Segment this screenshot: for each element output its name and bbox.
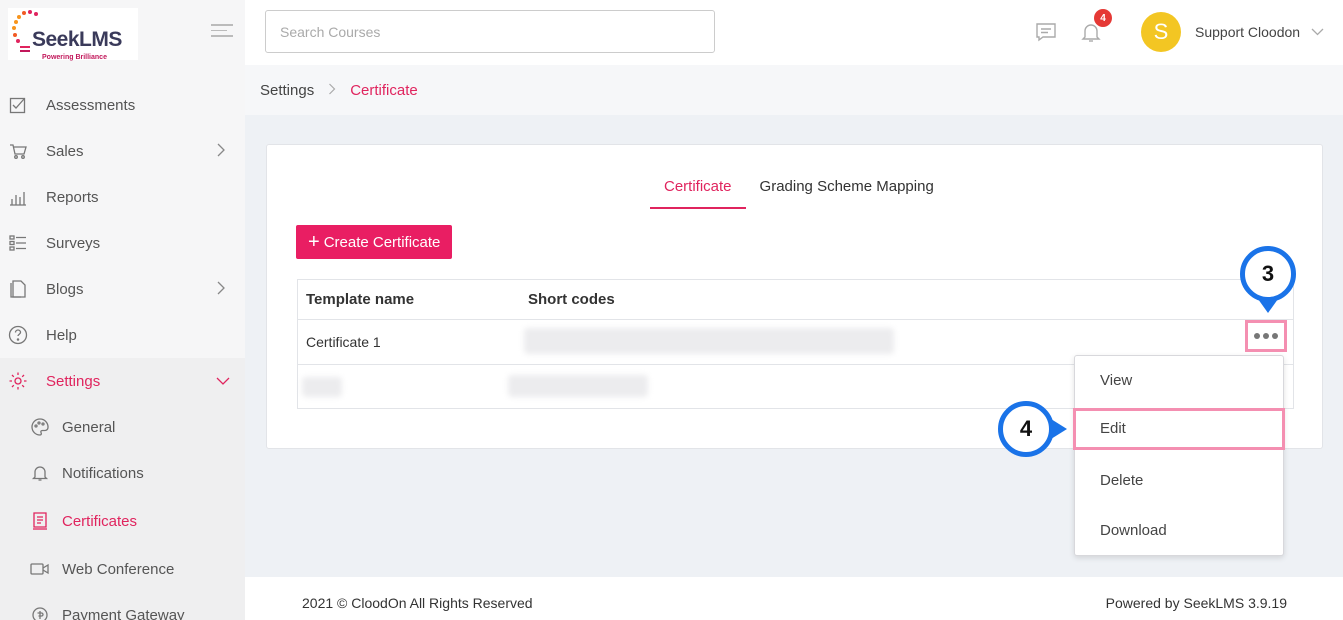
chevron-right-icon [216, 281, 226, 298]
help-icon [8, 325, 28, 345]
gear-icon [8, 371, 28, 391]
sidebar-item-sales[interactable]: Sales [0, 128, 245, 174]
sidebar-item-label: General [62, 418, 116, 436]
row-actions-button[interactable] [1245, 320, 1287, 352]
menu-toggle-icon[interactable] [211, 24, 233, 40]
brand-tagline: Powering Brilliance [42, 54, 107, 61]
plus-icon: + [308, 231, 320, 253]
tab-certificate[interactable]: Certificate [650, 178, 746, 209]
palette-icon [30, 417, 50, 437]
template-name-cell: Certificate 1 [306, 334, 381, 350]
menu-item-edit[interactable]: Edit [1073, 408, 1285, 450]
sidebar: SeekLMS Powering Brilliance Assessments … [0, 0, 245, 620]
breadcrumb-settings-link[interactable]: Settings [260, 82, 314, 99]
certificate-icon [30, 511, 50, 531]
powered-by-text: Powered by SeekLMS 3.9.19 [1105, 595, 1287, 611]
sidebar-item-blogs[interactable]: Blogs [0, 266, 245, 312]
column-header-short-codes: Short codes [528, 291, 615, 308]
menu-item-download[interactable]: Download [1075, 506, 1283, 556]
sidebar-item-label: Reports [46, 188, 99, 206]
sidebar-item-label: Help [46, 326, 77, 344]
step-callout-4: 4 [998, 401, 1054, 457]
column-header-template-name: Template name [306, 291, 415, 308]
sidebar-item-label: Payment Gateway [62, 606, 185, 620]
sidebar-item-label: Notifications [62, 464, 144, 482]
chevron-right-icon [328, 83, 336, 98]
redacted-short-codes [524, 328, 894, 354]
chevron-down-icon[interactable] [1311, 24, 1324, 39]
create-certificate-label: Create Certificate [323, 233, 441, 251]
logo[interactable]: SeekLMS Powering Brilliance [8, 8, 138, 61]
sidebar-item-label: Web Conference [62, 560, 175, 578]
sidebar-subitem-payment-gateway[interactable]: Payment Gateway [0, 592, 245, 620]
top-header: 4 S Support Cloodon [245, 0, 1343, 65]
sidebar-item-help[interactable]: Help [0, 312, 245, 358]
sidebar-subitem-general[interactable]: General [0, 404, 245, 450]
brand-name: SeekLMS [32, 28, 122, 51]
redacted-template-name [302, 377, 342, 397]
tab-bar: Certificate Grading Scheme Mapping [650, 178, 948, 209]
tab-grading-scheme-mapping[interactable]: Grading Scheme Mapping [746, 178, 948, 209]
payment-icon [30, 605, 50, 620]
search-input[interactable] [265, 10, 715, 53]
sidebar-item-label: Sales [46, 142, 84, 160]
callout-pointer [1051, 419, 1067, 439]
step-callout-3: 3 [1240, 246, 1296, 302]
sidebar-item-label: Blogs [46, 280, 84, 298]
bell-icon [30, 463, 50, 483]
avatar[interactable]: S [1141, 12, 1181, 52]
document-icon [8, 279, 28, 299]
sidebar-item-surveys[interactable]: Surveys [0, 220, 245, 266]
sidebar-item-settings[interactable]: Settings [0, 358, 245, 404]
callout-pointer [1258, 299, 1278, 313]
sidebar-item-label: Certificates [62, 512, 138, 530]
sidebar-item-reports[interactable]: Reports [0, 174, 245, 220]
bar-chart-icon [8, 187, 28, 207]
chevron-right-icon [216, 143, 226, 160]
sidebar-item-label: Settings [46, 372, 101, 390]
video-icon [30, 559, 50, 579]
chevron-down-icon [216, 373, 230, 389]
breadcrumb-current: Certificate [350, 81, 418, 99]
more-dots-icon [1254, 333, 1260, 339]
sidebar-subitem-notifications[interactable]: Notifications [0, 450, 245, 496]
cart-icon [8, 141, 28, 161]
sidebar-item-label: Assessments [46, 96, 136, 114]
notification-badge: 4 [1094, 9, 1112, 27]
sidebar-subitem-certificates[interactable]: Certificates [0, 496, 245, 546]
create-certificate-button[interactable]: + Create Certificate [296, 225, 453, 259]
redacted-short-codes [508, 375, 648, 397]
checklist-icon [8, 95, 28, 115]
list-icon [8, 233, 28, 253]
user-name[interactable]: Support Cloodon [1195, 24, 1300, 40]
menu-item-delete[interactable]: Delete [1075, 456, 1283, 506]
row-actions-menu: View Edit Delete Download [1073, 355, 1285, 556]
sidebar-subitem-web-conference[interactable]: Web Conference [0, 546, 245, 592]
footer: 2021 © CloodOn All Rights Reserved Power… [245, 577, 1343, 620]
menu-item-view[interactable]: View [1075, 356, 1283, 406]
breadcrumb: Settings Certificate [245, 65, 1343, 115]
copyright-text: 2021 © CloodOn All Rights Reserved [302, 595, 533, 611]
sidebar-item-label: Surveys [46, 234, 101, 252]
sidebar-item-assessments[interactable]: Assessments [0, 82, 245, 128]
chat-icon[interactable] [1034, 20, 1058, 44]
